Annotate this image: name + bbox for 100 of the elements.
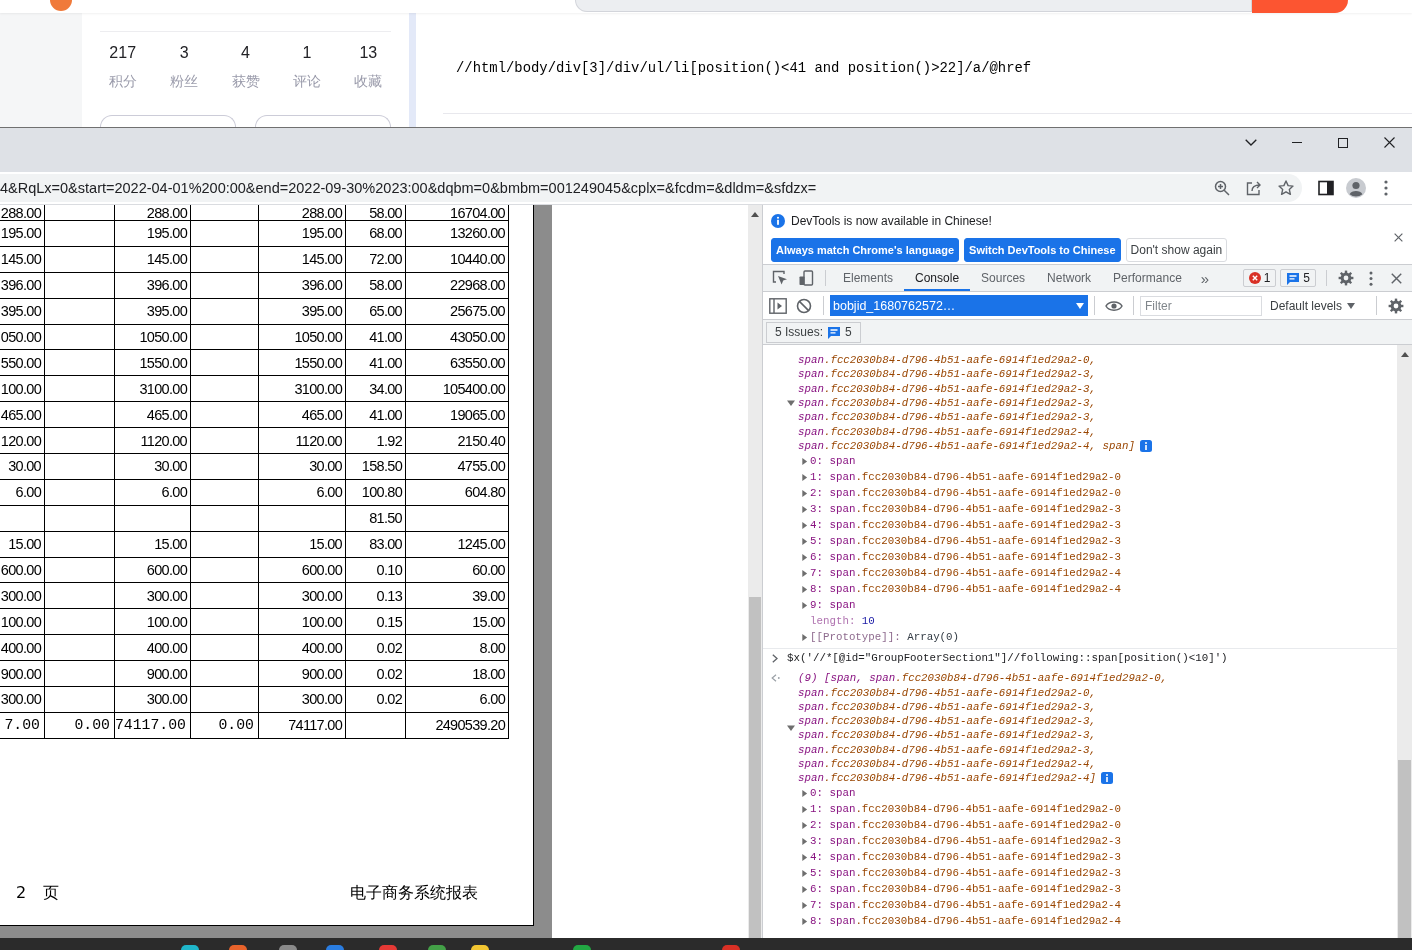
scroll-up-arrow-icon[interactable] [1400, 352, 1409, 357]
log-levels-dropdown[interactable]: Default levels [1262, 295, 1362, 316]
table-cell: 60.00 [406, 557, 509, 584]
infobar-button[interactable]: Switch DevTools to Chinese [964, 238, 1121, 262]
expand-triangle-icon[interactable] [801, 473, 808, 481]
expand-triangle-icon[interactable] [801, 821, 808, 829]
table-cell [45, 531, 115, 558]
property-text[interactable]: 3: span.fcc2030b84-d796-4b51-aafe-6914f1ed29a2-3 [810, 834, 1122, 849]
expand-triangle-icon[interactable] [787, 724, 795, 733]
table-cell: 1050.00 [115, 324, 191, 351]
table-cell: 600.00 [115, 557, 191, 584]
property-text[interactable]: 3: span.fcc2030b84-d796-4b51-aafe-6914f1ed29a2-3 [810, 502, 1122, 517]
table-cell: 300.00 [0, 583, 45, 610]
info-icon [771, 214, 785, 228]
stat-value: 217 [109, 43, 137, 63]
property-text[interactable]: 4: span.fcc2030b84-d796-4b51-aafe-6914f1ed29a2-3 [810, 850, 1122, 865]
devtools-tab[interactable]: Sources [970, 265, 1037, 291]
devtools-tab[interactable]: Console [904, 265, 971, 291]
table-cell: 300.00 [259, 583, 346, 610]
table-cell: 2150.40 [406, 428, 509, 454]
devtools-tab[interactable]: Network [1036, 265, 1103, 291]
scrollbar-thumb[interactable] [1398, 760, 1411, 938]
issues-counter[interactable]: 5 [1280, 269, 1316, 287]
property-text[interactable]: 6: span.fcc2030b84-d796-4b51-aafe-6914f1ed29a2-3 [810, 882, 1122, 897]
property-text[interactable]: 7: span.fcc2030b84-d796-4b51-aafe-6914f1ed29a2-4 [810, 566, 1122, 581]
taskbar-app-icon[interactable] [573, 945, 591, 950]
expand-triangle-icon[interactable] [801, 633, 808, 641]
infobar-button[interactable]: Always match Chrome's language [771, 238, 960, 262]
property-text[interactable]: 8: span.fcc2030b84-d796-4b51-aafe-6914f1ed29a2-4 [810, 914, 1122, 929]
table-cell [191, 661, 259, 688]
property-text[interactable]: 9: span [810, 598, 856, 613]
devtools-tab[interactable]: Elements [832, 265, 905, 291]
table-cell [191, 376, 259, 403]
expand-triangle-icon[interactable] [801, 885, 808, 893]
table-cell [191, 246, 259, 273]
taskbar-app-icon[interactable] [229, 945, 247, 950]
expand-triangle-icon[interactable] [801, 457, 808, 465]
property-text[interactable]: 2: span.fcc2030b84-d796-4b51-aafe-6914f1ed29a2-0 [810, 486, 1122, 501]
info-icon[interactable] [1139, 439, 1152, 452]
taskbar-app-icon[interactable] [428, 945, 446, 950]
expand-triangle-icon[interactable] [787, 399, 795, 408]
scrollbar[interactable] [748, 205, 762, 938]
expand-triangle-icon[interactable] [801, 853, 808, 861]
property-text[interactable]: 1: span.fcc2030b84-d796-4b51-aafe-6914f1ed29a2-0 [810, 802, 1122, 817]
property-text[interactable]: 8: span.fcc2030b84-d796-4b51-aafe-6914f1ed29a2-4 [810, 582, 1122, 597]
property-text[interactable]: 7: span.fcc2030b84-d796-4b51-aafe-6914f1ed29a2-4 [810, 898, 1122, 913]
expand-triangle-icon[interactable] [801, 805, 808, 813]
expand-triangle-icon[interactable] [801, 489, 808, 497]
filter-field[interactable]: Filter [1140, 295, 1262, 316]
address-bar[interactable]: 4&RqLx=0&start=2022-04-01%200:00&end=2022-09-30%2023:00&dqbm=0&bmbm=001249045&cplx=&fcdm=&dldm=&sfdzx= [0, 174, 1302, 202]
table-cell [191, 635, 259, 662]
property-text[interactable]: 1: span.fcc2030b84-d796-4b51-aafe-6914f1ed29a2-0 [810, 470, 1122, 485]
taskbar-app-icon[interactable] [471, 945, 489, 950]
info-icon[interactable] [1101, 772, 1114, 785]
close-icon [1383, 137, 1395, 148]
expand-triangle-icon[interactable] [801, 901, 808, 909]
infobar-button[interactable]: Don't show again [1125, 238, 1228, 262]
taskbar-app-icon[interactable] [181, 945, 199, 950]
expand-triangle-icon[interactable] [801, 505, 808, 513]
table-cell [191, 505, 259, 532]
table-cell: 100.00 [0, 609, 45, 636]
property-text[interactable]: 2: span.fcc2030b84-d796-4b51-aafe-6914f1ed29a2-0 [810, 818, 1122, 833]
property-text[interactable]: 4: span.fcc2030b84-d796-4b51-aafe-6914f1ed29a2-3 [810, 518, 1122, 533]
error-counter[interactable]: 1 [1242, 269, 1277, 287]
expand-triangle-icon[interactable] [801, 553, 808, 561]
expand-triangle-icon[interactable] [801, 837, 808, 845]
scroll-up-arrow-icon[interactable] [751, 212, 759, 217]
expand-triangle-icon[interactable] [801, 537, 808, 545]
logo-icon[interactable] [50, 0, 72, 11]
property-text[interactable]: 5: span.fcc2030b84-d796-4b51-aafe-6914f1ed29a2-3 [810, 534, 1122, 549]
scrollbar[interactable] [1397, 345, 1412, 938]
devtools-tab[interactable]: Performance [1102, 265, 1193, 291]
more-tabs-button[interactable]: » [1192, 265, 1218, 291]
property-text[interactable]: 5: span.fcc2030b84-d796-4b51-aafe-6914f1ed29a2-3 [810, 866, 1122, 881]
expand-triangle-icon[interactable] [801, 917, 808, 925]
scrollbar-thumb[interactable] [749, 597, 761, 938]
search-field[interactable] [575, 0, 1252, 12]
expand-triangle-icon[interactable] [801, 869, 808, 877]
property-text[interactable]: 0: span [810, 786, 856, 801]
stat-value: 4 [241, 43, 250, 63]
table-cell: 15.00 [406, 609, 509, 636]
table-cell: 395.00 [259, 298, 346, 325]
table-cell: 58.00 [346, 272, 406, 299]
table-cell: 2490539.20 [406, 712, 509, 739]
property-text[interactable]: 0: span [810, 454, 856, 469]
expand-triangle-icon[interactable] [801, 569, 808, 577]
expand-triangle-icon[interactable] [801, 585, 808, 593]
table-cell: 100.00 [115, 609, 191, 636]
context-select[interactable]: bobjid_1680762572… [830, 295, 1088, 316]
issues-button[interactable]: 5 Issues: 5 [766, 321, 861, 343]
taskbar-app-icon[interactable] [279, 945, 297, 950]
stat-value: 13 [359, 43, 378, 63]
expand-triangle-icon[interactable] [801, 601, 808, 609]
search-button[interactable] [1252, 0, 1348, 13]
expand-triangle-icon[interactable] [801, 521, 808, 529]
expand-triangle-icon[interactable] [801, 789, 808, 797]
property-text[interactable]: 6: span.fcc2030b84-d796-4b51-aafe-6914f1ed29a2-3 [810, 550, 1122, 565]
table-cell: 396.00 [0, 272, 45, 299]
property-text[interactable]: [[Prototype]]: Array(0) [810, 630, 960, 645]
table-cell: 10440.00 [406, 246, 509, 273]
